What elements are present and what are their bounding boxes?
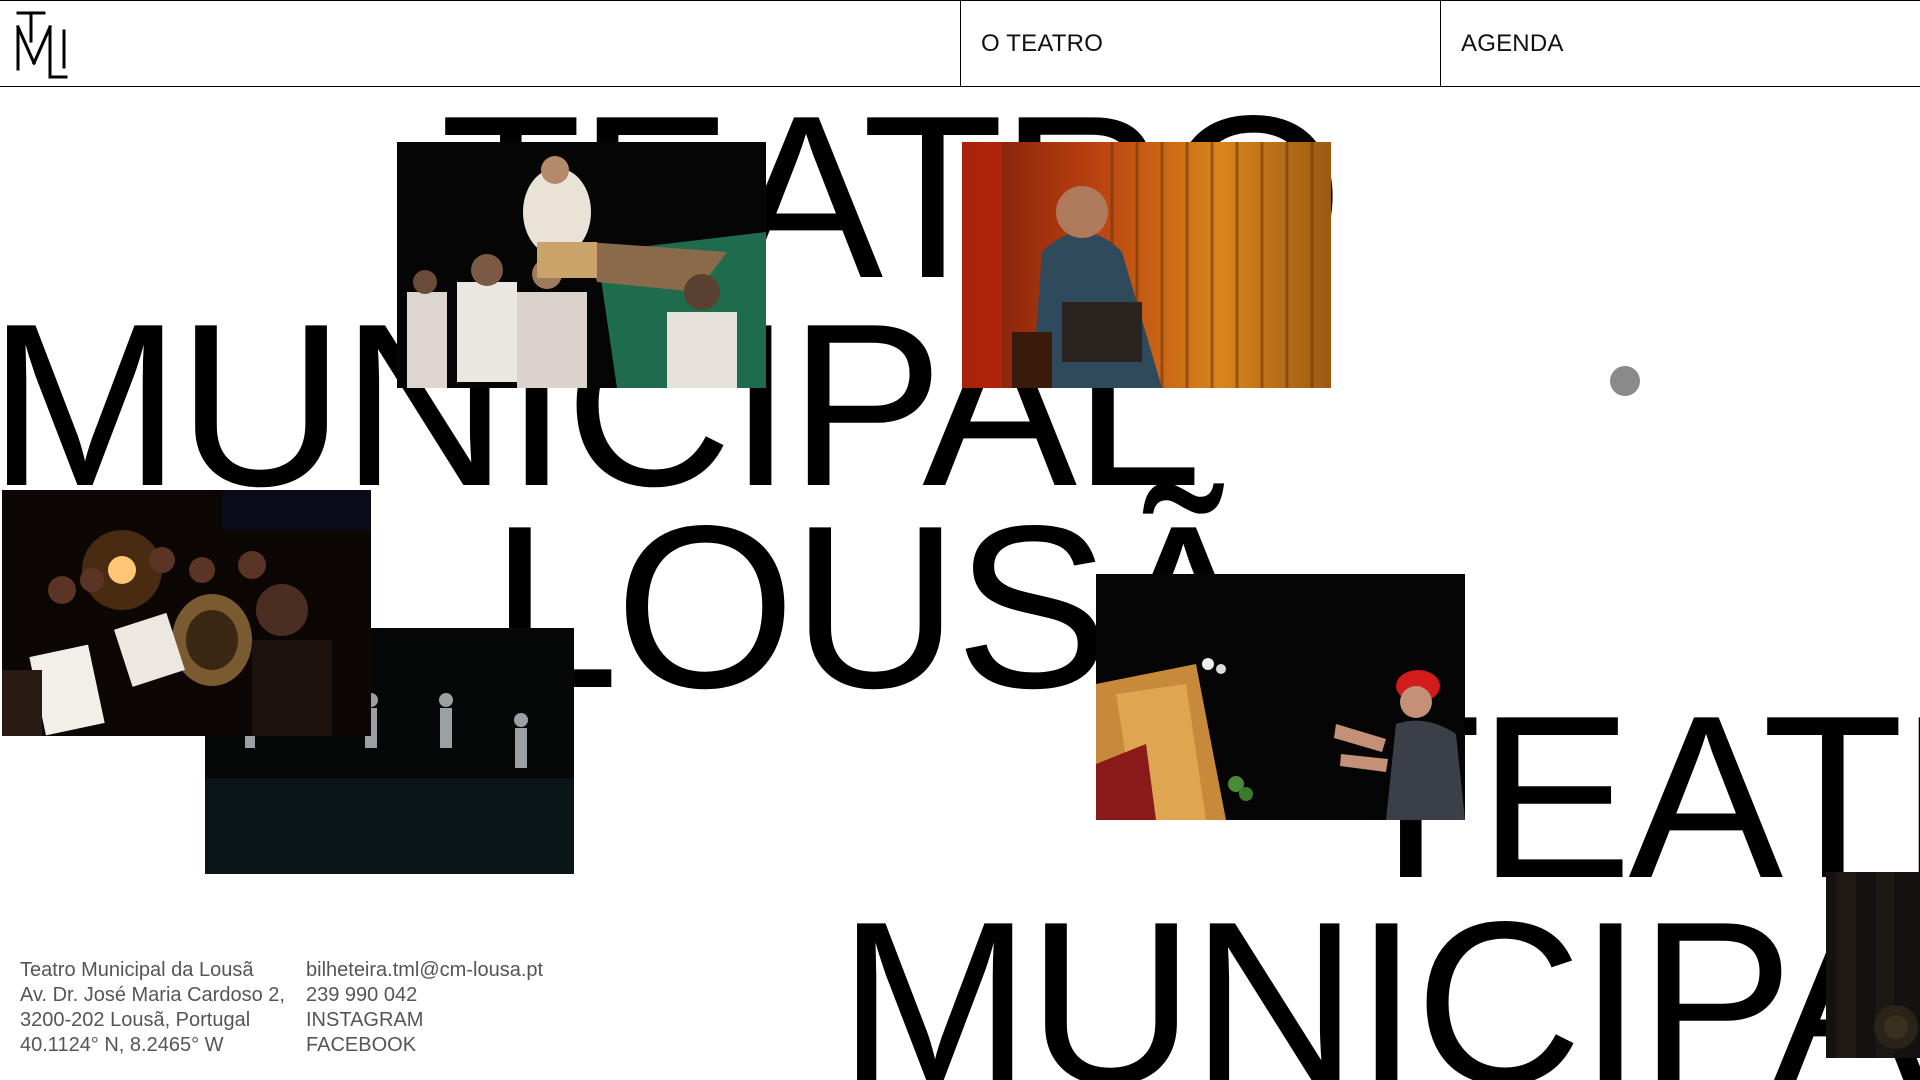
venue-street: Av. Dr. José Maria Cardoso 2, (20, 984, 285, 1006)
instagram-link[interactable]: INSTAGRAM (306, 1008, 543, 1033)
photo-actor-seated-orange[interactable] (962, 142, 1331, 388)
photo-brass-band[interactable] (2, 490, 371, 736)
venue-coordinates: 40.1124° N, 8.2465° W (20, 1034, 224, 1056)
footer-address: Teatro Municipal da Lousã Av. Dr. José M… (20, 958, 285, 1058)
photo-performance-group-lift[interactable] (397, 142, 766, 388)
facebook-link[interactable]: FACEBOOK (306, 1033, 543, 1058)
venue-name: Teatro Municipal da Lousã (20, 959, 254, 981)
hero-word-municipal-repeat: MUNICIPAL (838, 874, 1920, 1080)
page: O TEATRO AGENDA TEATRO MUNICIPAL LOUSÃ T… (0, 0, 1920, 1080)
cursor-indicator (1610, 366, 1640, 396)
footer-contact: bilheteira.tml@cm-lousa.pt 239 990 042 I… (306, 958, 543, 1058)
venue-city: 3200-202 Lousã, Portugal (20, 1009, 251, 1031)
photo-partial-edge[interactable] (1826, 872, 1920, 1058)
tml-logo-icon[interactable] (16, 11, 68, 79)
phone-link[interactable]: 239 990 042 (306, 983, 543, 1008)
nav-agenda[interactable]: AGENDA (1440, 1, 1920, 87)
nav-o-teatro[interactable]: O TEATRO (960, 1, 1441, 87)
email-link[interactable]: bilheteira.tml@cm-lousa.pt (306, 958, 543, 983)
photo-performer-red-cap[interactable] (1096, 574, 1465, 820)
site-header: O TEATRO AGENDA (0, 0, 1920, 87)
